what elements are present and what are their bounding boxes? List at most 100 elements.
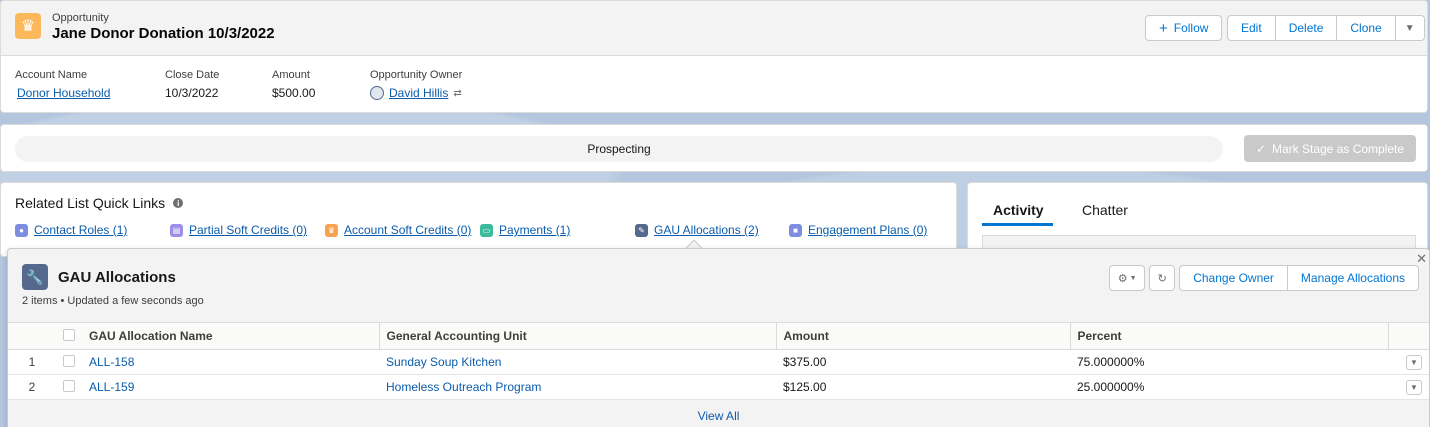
record-header: ♛ Opportunity Jane Donor Donation 10/3/2… — [0, 0, 1428, 113]
view-all-link[interactable]: View All — [8, 404, 1429, 427]
quick-link-label: Payments (1) — [499, 223, 571, 237]
gau-allocations-table: GAU Allocation Name General Accounting U… — [8, 322, 1429, 400]
chevron-down-icon: ▼ — [1129, 274, 1137, 282]
quick-link-label: Engagement Plans (0) — [808, 223, 928, 237]
column-header-amount[interactable]: Amount — [775, 322, 1070, 350]
change-owner-button[interactable]: Change Owner — [1179, 265, 1288, 291]
table-row: 2 ALL-159 Homeless Outreach Program $125… — [8, 374, 1429, 400]
allocation-name-link[interactable]: ALL-159 — [89, 380, 134, 394]
row-checkbox[interactable] — [63, 379, 75, 392]
row-actions-cell: ▼ — [1388, 374, 1429, 400]
refresh-button[interactable]: ↻ — [1149, 265, 1176, 291]
column-header-unit[interactable]: General Accounting Unit — [378, 322, 776, 350]
settings-menu-button[interactable]: ⚙ ▼ — [1109, 265, 1146, 291]
account-name-link[interactable]: Donor Household — [17, 86, 110, 100]
gau-title: GAU Allocations — [58, 269, 176, 286]
account-name-label: Account Name — [15, 69, 88, 81]
row-select-cell — [56, 349, 82, 375]
engagement-plans-icon: ■ — [789, 223, 802, 237]
wrench-icon: ✎ — [635, 223, 648, 237]
path-stage-prospecting[interactable]: Prospecting — [15, 136, 1223, 162]
quick-link-engagement-plans[interactable]: ■ Engagement Plans (0) — [789, 223, 927, 237]
related-list-quick-links: Related List Quick Links i ● Contact Rol… — [0, 182, 957, 257]
allocation-name-link[interactable]: ALL-158 — [89, 355, 134, 369]
row-number: 1 — [8, 349, 56, 375]
column-header-name[interactable]: GAU Allocation Name — [82, 322, 379, 350]
tab-chatter[interactable]: Chatter — [1082, 202, 1128, 218]
tab-activity[interactable]: Activity — [993, 202, 1044, 218]
follow-button[interactable]: + Follow — [1145, 15, 1223, 41]
amount-label: Amount — [272, 69, 310, 81]
partial-soft-credits-icon: ▤ — [170, 223, 183, 237]
owner-label: Opportunity Owner — [370, 69, 463, 81]
owner-value-row: David Hillis ⇄ — [370, 86, 462, 100]
gau-allocations-popover: ✕ 🔧 GAU Allocations 2 items • Updated a … — [7, 248, 1430, 427]
owner-field: Opportunity Owner David Hillis ⇄ — [370, 69, 462, 100]
opportunity-crown-icon: ♛ — [15, 13, 41, 39]
table-header-row: GAU Allocation Name General Accounting U… — [8, 322, 1429, 350]
quick-link-label: Partial Soft Credits (0) — [189, 223, 308, 237]
edit-button[interactable]: Edit — [1227, 15, 1276, 41]
gau-subtitle: 2 items • Updated a few seconds ago — [22, 295, 204, 307]
row-actions-menu-button[interactable]: ▼ — [1406, 355, 1422, 370]
contact-roles-icon: ● — [15, 223, 28, 237]
follow-label: Follow — [1173, 21, 1209, 35]
owner-link[interactable]: David Hillis — [389, 86, 448, 100]
percent-cell: 75.000000% — [1070, 349, 1388, 375]
percent-cell: 25.000000% — [1070, 374, 1388, 400]
delete-button[interactable]: Delete — [1275, 15, 1338, 41]
allocation-name-cell: ALL-158 — [82, 349, 379, 375]
chevron-down-icon: ▼ — [1404, 22, 1415, 34]
checkmark-icon: ✓ — [1255, 141, 1266, 156]
quick-link-label: Contact Roles (1) — [34, 223, 128, 237]
row-actions-menu-button[interactable]: ▼ — [1406, 380, 1422, 395]
change-owner-icon[interactable]: ⇄ — [453, 88, 461, 99]
gau-unit-link[interactable]: Sunday Soup Kitchen — [386, 355, 501, 369]
related-quick-links-title: Related List Quick Links — [15, 195, 166, 211]
clone-button[interactable]: Clone — [1337, 15, 1396, 41]
quick-link-label: Account Soft Credits (0) — [344, 223, 472, 237]
amount-value: $500.00 — [272, 86, 316, 100]
gear-icon: ⚙ — [1117, 272, 1128, 285]
row-number-header — [8, 322, 56, 350]
row-select-cell — [56, 374, 82, 400]
account-soft-credits-icon: ♛ — [325, 223, 338, 237]
column-header-percent[interactable]: Percent — [1069, 322, 1388, 350]
close-date-value: 10/3/2022 — [165, 86, 219, 100]
select-all-checkbox[interactable] — [63, 328, 75, 341]
gau-actions: ⚙ ▼ ↻ Change Owner Manage Allocations — [1109, 265, 1419, 291]
object-label: Opportunity — [52, 12, 109, 24]
table-row: 1 ALL-158 Sunday Soup Kitchen $375.00 75… — [8, 349, 1429, 375]
mark-stage-complete-label: Mark Stage as Complete — [1272, 141, 1405, 156]
info-icon[interactable]: i — [173, 198, 184, 208]
plus-icon: + — [1159, 19, 1168, 37]
quick-link-payments[interactable]: ▭ Payments (1) — [480, 223, 570, 237]
manage-allocations-button[interactable]: Manage Allocations — [1287, 265, 1419, 291]
quick-link-contact-roles[interactable]: ● Contact Roles (1) — [15, 223, 127, 237]
wrench-icon: 🔧 — [22, 264, 48, 290]
row-checkbox[interactable] — [63, 354, 75, 367]
select-all-header — [56, 322, 82, 350]
close-date-label: Close Date — [165, 69, 220, 81]
quick-link-account-soft-credits[interactable]: ♛ Account Soft Credits (0) — [325, 223, 471, 237]
row-number: 2 — [8, 374, 56, 400]
mark-stage-complete-button[interactable]: ✓ Mark Stage as Complete — [1244, 135, 1416, 162]
active-tab-indicator — [982, 223, 1053, 226]
more-actions-button[interactable]: ▼ — [1395, 15, 1425, 41]
row-actions-header — [1387, 322, 1429, 350]
record-actions: Edit Delete Clone ▼ — [1227, 15, 1425, 41]
gau-unit-link[interactable]: Homeless Outreach Program — [386, 380, 541, 394]
refresh-icon: ↻ — [1157, 272, 1167, 285]
activity-panel: Activity Chatter — [967, 182, 1428, 259]
quick-link-gau-allocations[interactable]: ✎ GAU Allocations (2) — [635, 223, 759, 237]
quick-link-label: GAU Allocations (2) — [654, 223, 759, 237]
gau-button-group: Change Owner Manage Allocations — [1179, 265, 1419, 291]
path-card: Prospecting ✓ Mark Stage as Complete — [0, 124, 1428, 172]
gau-unit-cell: Sunday Soup Kitchen — [379, 349, 776, 375]
quick-link-partial-soft-credits[interactable]: ▤ Partial Soft Credits (0) — [170, 223, 307, 237]
related-quick-links-header: Related List Quick Links i — [15, 195, 184, 211]
record-header-top: ♛ Opportunity Jane Donor Donation 10/3/2… — [1, 1, 1427, 56]
account-name-field: Account Name Donor Household — [15, 69, 110, 100]
payments-icon: ▭ — [480, 223, 493, 237]
row-actions-cell: ▼ — [1388, 349, 1429, 375]
